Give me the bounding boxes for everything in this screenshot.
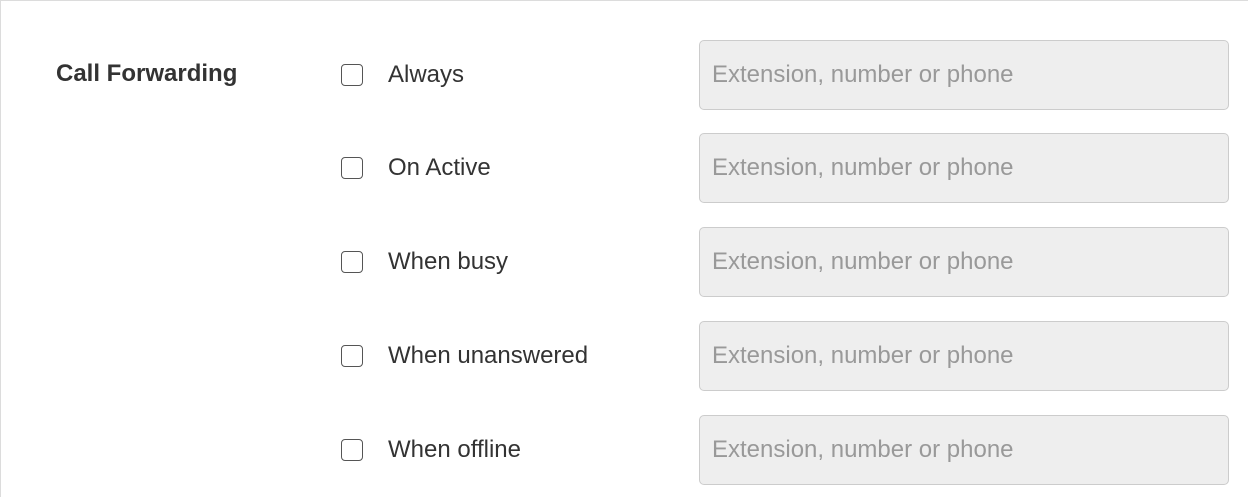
forward-when-offline-label: When offline	[388, 436, 521, 463]
forward-when-busy-checkbox[interactable]	[341, 251, 363, 273]
forward-when-unanswered-input[interactable]	[699, 321, 1229, 391]
forward-on-active-input[interactable]	[699, 133, 1229, 203]
forward-when-offline-input[interactable]	[699, 415, 1229, 485]
forward-when-unanswered-option[interactable]: When unanswered	[341, 320, 588, 392]
forward-when-busy-input[interactable]	[699, 227, 1229, 297]
forward-row-when-offline: When offline	[1, 414, 1248, 486]
forward-when-offline-checkbox[interactable]	[341, 439, 363, 461]
forward-on-active-option[interactable]: On Active	[341, 132, 491, 204]
forward-row-always: Always	[1, 39, 1248, 111]
forward-when-unanswered-checkbox[interactable]	[341, 345, 363, 367]
forward-row-on-active: On Active	[1, 132, 1248, 204]
forward-always-input[interactable]	[699, 40, 1229, 110]
forward-always-checkbox[interactable]	[341, 64, 363, 86]
forward-on-active-checkbox[interactable]	[341, 157, 363, 179]
forward-when-offline-option[interactable]: When offline	[341, 414, 521, 486]
forward-when-busy-option[interactable]: When busy	[341, 226, 508, 298]
forward-row-when-unanswered: When unanswered	[1, 320, 1248, 392]
forward-row-when-busy: When busy	[1, 226, 1248, 298]
forward-on-active-label: On Active	[388, 154, 491, 181]
forward-always-option[interactable]: Always	[341, 39, 464, 111]
call-forwarding-panel: Call Forwarding Always On Active When bu…	[0, 0, 1248, 497]
forward-always-label: Always	[388, 61, 465, 88]
forward-when-busy-label: When busy	[388, 248, 509, 275]
forward-when-unanswered-label: When unanswered	[388, 342, 589, 369]
